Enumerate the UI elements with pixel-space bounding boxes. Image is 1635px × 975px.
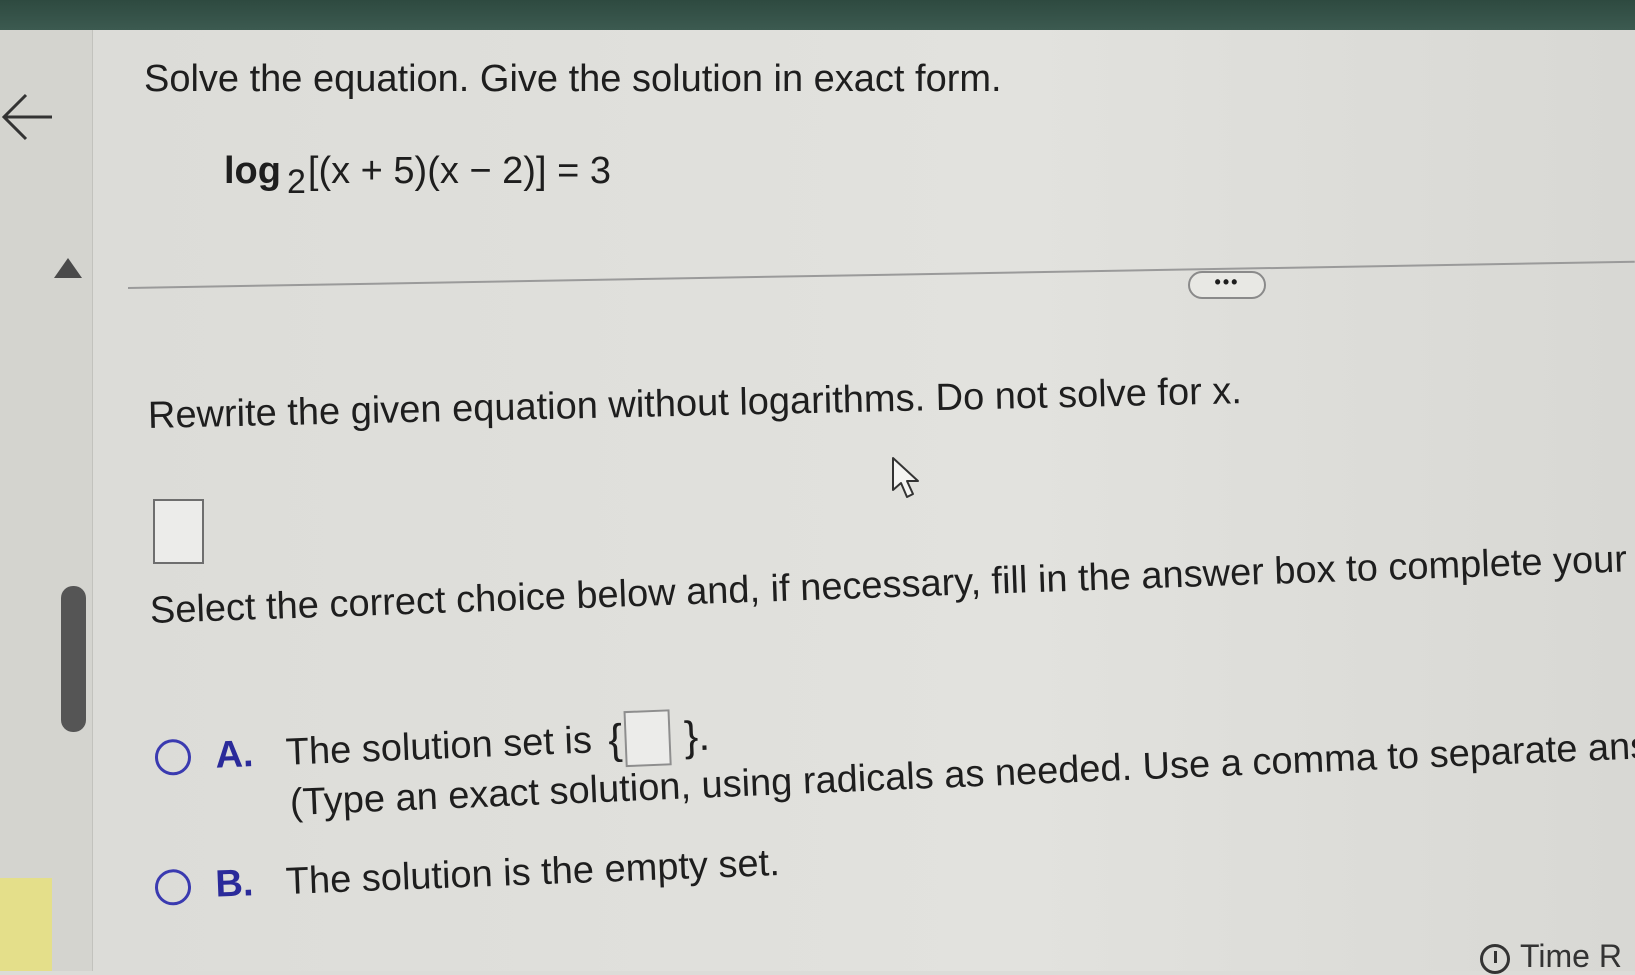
- set-open-brace: {: [607, 715, 624, 763]
- side-highlight: [0, 878, 52, 971]
- choice-a-letter: A.: [214, 732, 255, 777]
- left-gutter: [0, 30, 93, 971]
- solution-set-input[interactable]: [623, 709, 672, 768]
- equation-base: 2: [286, 163, 306, 201]
- back-arrow-icon[interactable]: [0, 92, 56, 142]
- rewrite-answer-input[interactable]: [153, 499, 204, 564]
- scrollbar-thumb[interactable]: [61, 586, 86, 732]
- choice-b-radio[interactable]: [154, 868, 192, 906]
- top-bar: [0, 0, 1635, 30]
- collapse-triangle-icon[interactable]: [54, 258, 82, 278]
- equation-log: log: [224, 150, 281, 192]
- choice-b-letter: B.: [214, 862, 255, 906]
- problem-instruction: Solve the equation. Give the solution in…: [144, 58, 1002, 100]
- set-close-brace: }.: [683, 711, 711, 760]
- mouse-cursor-icon: [890, 456, 922, 502]
- time-remaining-label: Time R: [1520, 938, 1622, 974]
- choice-a-text: The solution set is: [284, 718, 593, 774]
- time-remaining[interactable]: Time R: [1480, 938, 1622, 975]
- choice-a-radio[interactable]: [154, 738, 192, 776]
- clock-icon: [1480, 943, 1510, 974]
- equation-argument: [(x + 5)(x − 2)] = 3: [307, 150, 611, 192]
- problem-equation: log 2[(x + 5)(x − 2)] = 3: [224, 150, 611, 201]
- more-options-button[interactable]: •••: [1188, 271, 1266, 299]
